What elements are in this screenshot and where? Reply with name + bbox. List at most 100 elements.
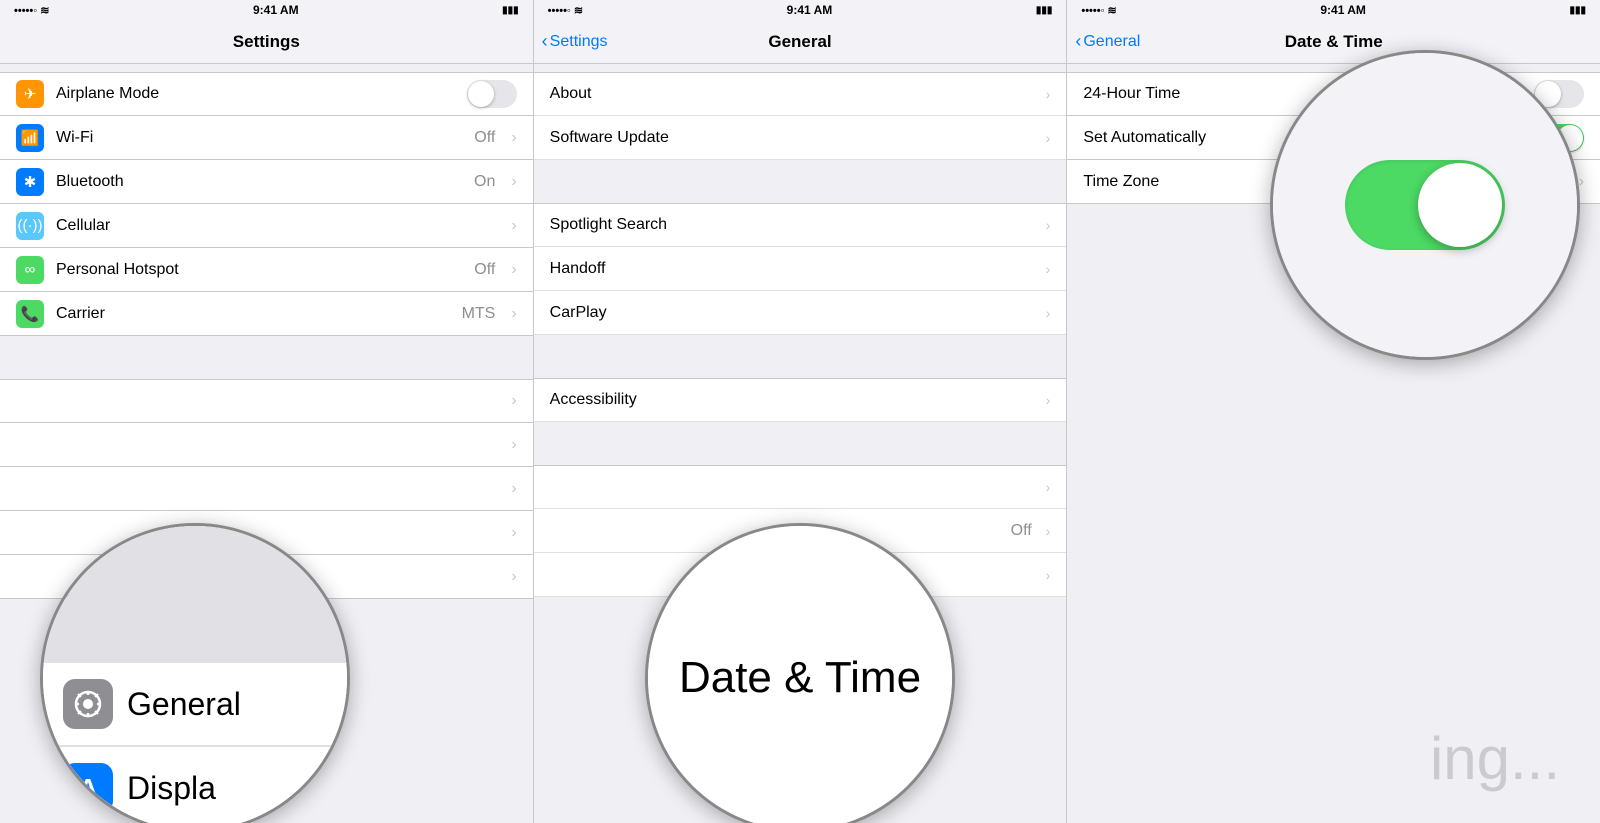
section-gap-2c — [534, 422, 1067, 457]
section-general-3: Accessibility › — [534, 370, 1067, 422]
time-1: 9:41 AM — [253, 3, 299, 17]
time-2: 9:41 AM — [787, 3, 833, 17]
wifi-label: Wi-Fi — [56, 129, 462, 147]
carrier-label: Carrier — [56, 305, 450, 323]
list-item-handoff[interactable]: Handoff › — [534, 247, 1067, 291]
hotspot-label: Personal Hotspot — [56, 261, 462, 279]
list-item-cellular[interactable]: ((·)) Cellular › — [0, 204, 533, 248]
panel-date-time: •••••◦ ≋ 9:41 AM ▮▮▮ ‹ General Date & Ti… — [1067, 0, 1600, 823]
list-item-software-update[interactable]: Software Update › — [534, 116, 1067, 160]
list-item-extra-2[interactable]: › — [0, 423, 533, 467]
list-item-airplane[interactable]: ✈ Airplane Mode — [0, 72, 533, 116]
list-item-extra-3[interactable]: › — [0, 467, 533, 511]
carrier-chevron: › — [511, 305, 516, 323]
list-item-g4-1[interactable]: › — [534, 465, 1067, 509]
back-label-3: General — [1083, 33, 1140, 51]
wifi-icon: 📶 — [16, 124, 44, 152]
back-to-settings[interactable]: ‹ Settings — [542, 31, 608, 52]
section-gap-2b — [534, 335, 1067, 370]
nav-title-2: General — [768, 32, 831, 52]
cellular-icon: ((·)) — [16, 212, 44, 240]
large-toggle-set-auto[interactable] — [1345, 160, 1505, 250]
section-gap-2a — [534, 160, 1067, 195]
airplane-icon: ✈ — [16, 80, 44, 108]
hotspot-chevron: › — [511, 261, 516, 279]
status-bar-1: •••••◦ ≋ 9:41 AM ▮▮▮ — [0, 0, 533, 20]
magnify-general-label: General — [127, 686, 241, 723]
wifi-chevron: › — [511, 129, 516, 147]
back-chevron-3: ‹ — [1075, 31, 1081, 52]
nav-title-3: Date & Time — [1285, 32, 1383, 52]
battery-1: ▮▮▮ — [502, 5, 519, 16]
hotspot-value: Off — [474, 261, 495, 279]
panel-settings: •••••◦ ≋ 9:41 AM ▮▮▮ Settings ✈ Airplane… — [0, 0, 534, 823]
magnify-general-icon — [63, 679, 113, 729]
nav-bar-2: ‹ Settings General — [534, 20, 1067, 64]
list-item-wifi[interactable]: 📶 Wi-Fi Off › — [0, 116, 533, 160]
bluetooth-icon: ✱ — [16, 168, 44, 196]
magnify-content-3 — [1273, 53, 1577, 357]
list-item-about[interactable]: About › — [534, 72, 1067, 116]
carplay-chevron: › — [1046, 305, 1051, 321]
airplane-toggle-knob — [468, 81, 494, 107]
handoff-chevron: › — [1046, 261, 1051, 277]
section-gap-1 — [0, 336, 533, 371]
list-item-bluetooth[interactable]: ✱ Bluetooth On › — [0, 160, 533, 204]
back-label-2: Settings — [550, 33, 608, 51]
handoff-label: Handoff — [550, 260, 1032, 278]
accessibility-chevron: › — [1046, 392, 1051, 408]
spotlight-chevron: › — [1046, 217, 1051, 233]
list-item-hotspot[interactable]: ∞ Personal Hotspot Off › — [0, 248, 533, 292]
magnify-display-label: Displa — [127, 770, 216, 807]
carrier-value: MTS — [462, 305, 496, 323]
magnify-content-1: › — [43, 526, 347, 823]
large-toggle-knob — [1418, 163, 1502, 247]
accessibility-label: Accessibility — [550, 391, 1032, 409]
off-value: Off — [1011, 522, 1032, 540]
airplane-label: Airplane Mode — [56, 85, 455, 103]
magnify-circle-3 — [1270, 50, 1580, 360]
signal-3: •••••◦ ≋ — [1081, 4, 1116, 17]
software-update-chevron: › — [1046, 130, 1051, 146]
bluetooth-label: Bluetooth — [56, 173, 462, 191]
cellular-chevron: › — [511, 217, 516, 235]
time-3: 9:41 AM — [1320, 3, 1366, 17]
magnify-circle-2: Date & Time — [645, 523, 955, 823]
software-update-label: Software Update — [550, 129, 1032, 147]
about-label: About — [550, 85, 1032, 103]
timezone-chevron: › — [1579, 173, 1584, 191]
magnify-content-2: Date & Time — [648, 526, 952, 823]
spotlight-label: Spotlight Search — [550, 216, 1032, 234]
about-chevron: › — [1046, 86, 1051, 102]
battery-2: ▮▮▮ — [1036, 5, 1053, 16]
carplay-label: CarPlay — [550, 304, 1032, 322]
bottom-partial-text: ing... — [1430, 724, 1560, 793]
signal-2: •••••◦ ≋ — [548, 4, 583, 17]
list-item-carplay[interactable]: CarPlay › — [534, 291, 1067, 335]
cellular-label: Cellular — [56, 217, 495, 235]
nav-bar-3: ‹ General Date & Time — [1067, 20, 1600, 64]
panel-general: •••••◦ ≋ 9:41 AM ▮▮▮ ‹ Settings General … — [534, 0, 1068, 823]
status-bar-3: •••••◦ ≋ 9:41 AM ▮▮▮ — [1067, 0, 1600, 20]
signal-1: •••••◦ ≋ — [14, 4, 49, 17]
carrier-icon: 📞 — [16, 300, 44, 328]
nav-title-1: Settings — [233, 32, 300, 52]
bluetooth-value: On — [474, 173, 495, 191]
nav-bar-1: Settings — [0, 20, 533, 64]
magnify-date-time-text: Date & Time — [679, 653, 921, 703]
list-item-spotlight[interactable]: Spotlight Search › — [534, 203, 1067, 247]
magnify-circle-1: › — [40, 523, 350, 823]
list-item-extra-1[interactable]: › — [0, 379, 533, 423]
wifi-value: Off — [474, 129, 495, 147]
back-chevron-2: ‹ — [542, 31, 548, 52]
bluetooth-chevron: › — [511, 173, 516, 191]
list-item-accessibility[interactable]: Accessibility › — [534, 378, 1067, 422]
magnify-item-general[interactable]: General — [43, 663, 347, 746]
section-connectivity: ✈ Airplane Mode 📶 Wi-Fi Off › ✱ Bluetoot… — [0, 64, 533, 336]
list-item-carrier[interactable]: 📞 Carrier MTS › — [0, 292, 533, 336]
hotspot-icon: ∞ — [16, 256, 44, 284]
airplane-toggle[interactable] — [467, 80, 517, 108]
section-general-1: About › Software Update › — [534, 64, 1067, 160]
back-to-general[interactable]: ‹ General — [1075, 31, 1140, 52]
battery-3: ▮▮▮ — [1569, 5, 1586, 16]
